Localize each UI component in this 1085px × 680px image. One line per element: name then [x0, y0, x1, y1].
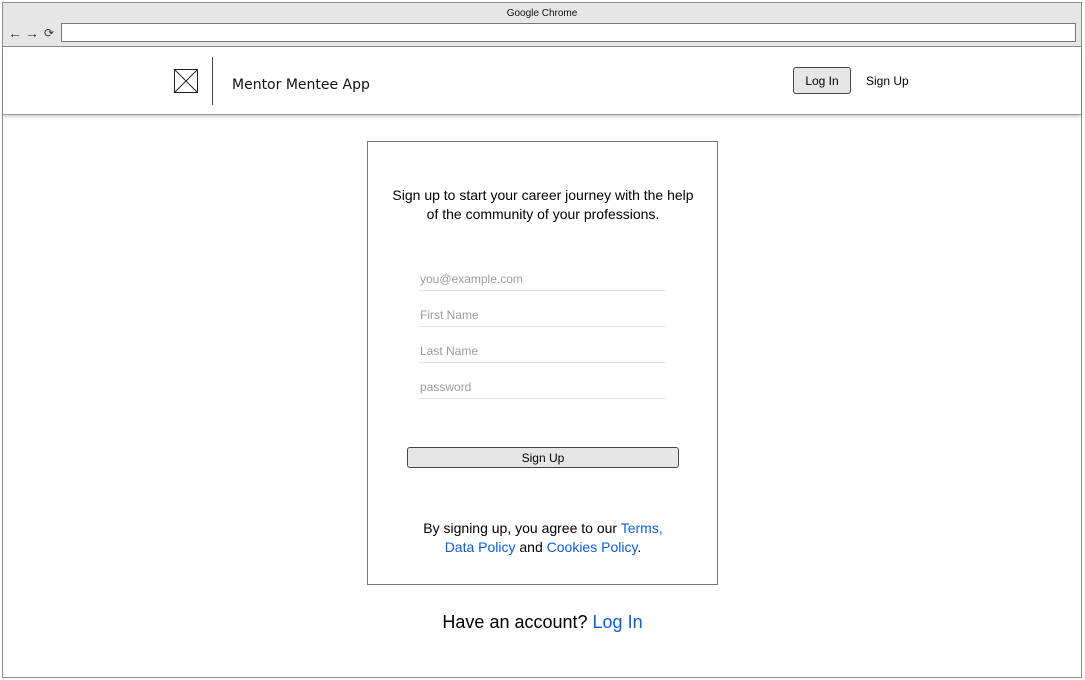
footer-login-link[interactable]: Log In: [593, 612, 643, 632]
address-bar[interactable]: [61, 23, 1076, 42]
last-name-field[interactable]: [419, 339, 665, 363]
signup-intro-text: Sign up to start your career journey wit…: [392, 187, 694, 222]
terms-and-text: and: [515, 539, 547, 555]
terms-suffix: .: [637, 539, 642, 555]
password-field[interactable]: [419, 375, 665, 399]
window-title: Google Chrome: [506, 8, 578, 19]
arrow-right-icon[interactable]: →: [24, 25, 40, 41]
app-header: Mentor Mentee App Log In Sign Up: [3, 47, 1081, 115]
reload-icon[interactable]: ⟳: [41, 25, 57, 41]
cookies-policy-link[interactable]: Cookies Policy: [547, 539, 638, 555]
email-field[interactable]: [419, 267, 665, 291]
image-placeholder-icon: [174, 69, 198, 93]
terms-link[interactable]: Terms,: [621, 520, 663, 536]
have-account-text: Have an account?: [442, 612, 593, 632]
data-policy-link[interactable]: Data Policy: [445, 539, 516, 555]
header-signup-link[interactable]: Sign Up: [866, 74, 909, 88]
browser-window: Google Chrome ← → ⟳ Mentor Mentee App Lo…: [2, 2, 1082, 678]
app-title: Mentor Mentee App: [232, 77, 370, 93]
signup-submit-button[interactable]: Sign Up: [407, 447, 679, 468]
have-account-prompt: Have an account? Log In: [367, 612, 718, 633]
terms-notice: By signing up, you agree to our Terms, Da…: [388, 519, 698, 557]
header-login-button[interactable]: Log In: [793, 67, 851, 94]
signup-card: Sign up to start your career journey wit…: [367, 141, 718, 585]
browser-titlebar: Google Chrome ← → ⟳: [3, 3, 1081, 47]
first-name-field[interactable]: [419, 303, 665, 327]
arrow-left-icon[interactable]: ←: [7, 25, 23, 41]
terms-prefix: By signing up, you agree to our: [423, 520, 621, 536]
header-divider: [212, 57, 213, 105]
